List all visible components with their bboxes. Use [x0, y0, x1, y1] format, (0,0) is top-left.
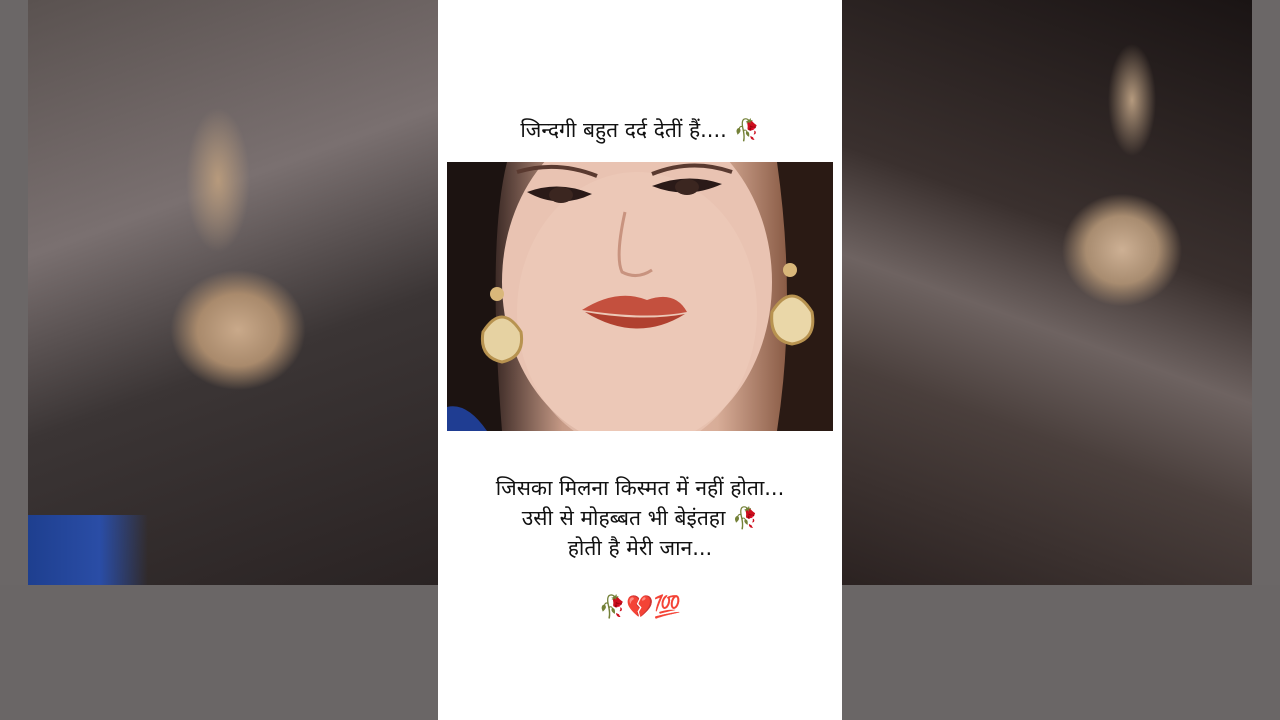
emoji-footer: 🥀💔💯: [598, 595, 682, 620]
post-card: जिन्दगी बहुत दर्द देतीं हैं.... 🥀 जिसका …: [438, 0, 842, 720]
quote-line: होती है मेरी जान...: [567, 536, 713, 560]
quote-text: जिसका मिलना किस्मत में नहीं होता... उसी …: [438, 473, 842, 563]
blurred-background-left: [28, 0, 438, 585]
blurred-background-right: [842, 0, 1252, 585]
post-title: जिन्दगी बहुत दर्द देतीं हैं.... 🥀: [520, 118, 760, 142]
quote-line: उसी से मोहब्बत भी बेइंतहा 🥀: [521, 506, 759, 530]
photo: [447, 162, 833, 431]
quote-line: जिसका मिलना किस्मत में नहीं होता...: [495, 476, 785, 500]
photo-illustration: [447, 162, 833, 431]
